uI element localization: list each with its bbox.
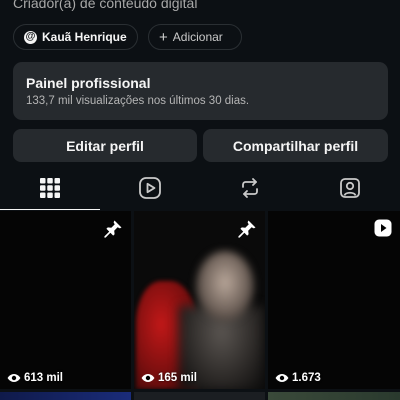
tab-posts[interactable]: [0, 166, 100, 210]
post-thumbnail-figure: [196, 251, 254, 321]
reels-icon: [139, 177, 161, 199]
post-tile[interactable]: [134, 392, 265, 400]
pin-icon: [104, 220, 122, 238]
reposts-icon: [242, 178, 258, 198]
professional-dashboard[interactable]: Painel profissional 133,7 mil visualizaç…: [13, 62, 388, 120]
view-count-label: 165 mil: [158, 372, 197, 384]
share-profile-button[interactable]: Compartilhar perfil: [203, 129, 388, 162]
tab-reels[interactable]: [100, 166, 200, 210]
reel-icon: [374, 219, 392, 237]
eye-icon: [141, 374, 155, 382]
profile-screen: Criador(a) de conteúdo digital @ Kauã He…: [0, 0, 400, 400]
grid-icon: [40, 178, 60, 198]
view-count: 613 mil: [7, 372, 63, 384]
posts-grid: 613 mil 165 mil 1.673: [0, 211, 400, 400]
post-tile[interactable]: 613 mil: [0, 211, 131, 389]
eye-icon: [7, 374, 21, 382]
post-tile[interactable]: 1.673: [268, 211, 400, 389]
view-count-label: 613 mil: [24, 372, 63, 384]
eye-icon: [275, 374, 289, 382]
tab-tagged[interactable]: [300, 166, 400, 210]
threads-chip-label: Kauã Henrique: [42, 30, 127, 44]
profile-category: Criador(a) de conteúdo digital: [13, 0, 198, 11]
post-tile[interactable]: [0, 392, 131, 400]
pro-panel-subtitle: 133,7 mil visualizações nos últimos 30 d…: [26, 95, 250, 107]
profile-tabs: [0, 166, 400, 210]
view-count: 165 mil: [141, 372, 197, 384]
add-link-chip[interactable]: + Adicionar: [148, 24, 242, 50]
post-tile[interactable]: 165 mil: [134, 211, 265, 389]
tab-reposts[interactable]: [200, 166, 300, 210]
pro-panel-title: Painel profissional: [26, 75, 151, 91]
threads-profile-chip[interactable]: @ Kauã Henrique: [13, 24, 138, 50]
view-count: 1.673: [275, 372, 321, 384]
threads-icon: @: [24, 30, 37, 44]
add-chip-label: Adicionar: [172, 30, 223, 44]
tagged-icon: [340, 178, 360, 198]
edit-profile-button[interactable]: Editar perfil: [13, 129, 197, 162]
pin-icon: [238, 220, 256, 238]
view-count-label: 1.673: [292, 372, 321, 384]
plus-icon: +: [159, 28, 168, 46]
post-tile[interactable]: [268, 392, 400, 400]
